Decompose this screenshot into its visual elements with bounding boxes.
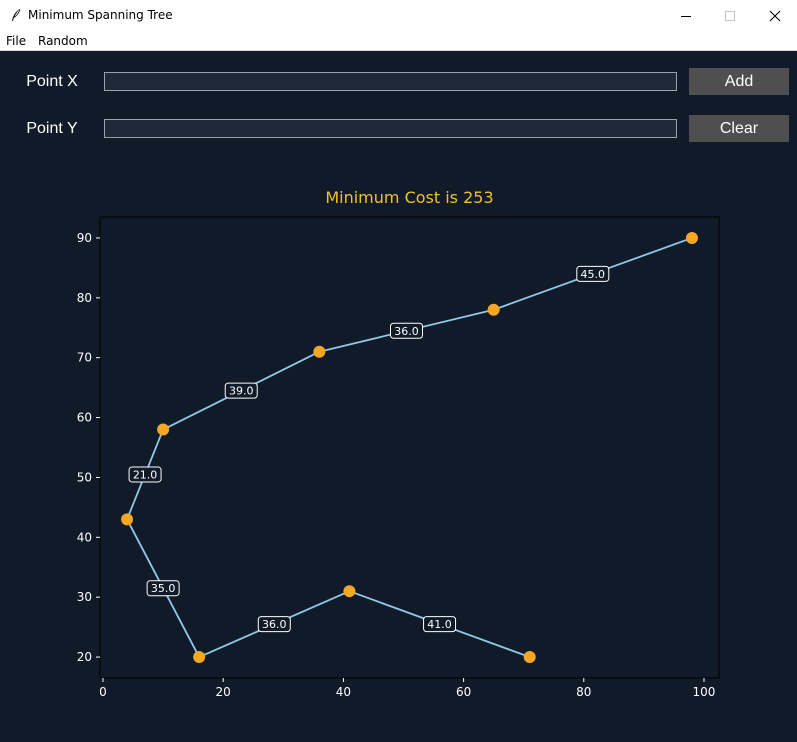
mst-chart: Minimum Cost is 253 0 20 40 60 80 100 20 30 40 50 6… [77,188,720,699]
edge-weight-label: 36.0 [394,325,419,338]
data-point [523,651,536,664]
y-tick-label: 50 [77,470,92,484]
x-tick-label: 100 [693,685,716,699]
x-tick-label: 40 [336,685,351,699]
y-tick-label: 20 [77,650,92,664]
x-tick-label: 60 [456,685,471,699]
menu-file[interactable]: File [6,34,26,48]
data-point [487,303,500,316]
menu-divider [0,50,797,51]
minimize-button[interactable] [663,0,709,31]
maximize-icon [725,10,735,21]
edge-weight-label: 36.0 [262,618,287,631]
edge-weight-label: 45.0 [581,268,606,281]
menu-random[interactable]: Random [38,34,88,48]
edge-weight-label: 21.0 [133,468,158,481]
window-title: Minimum Spanning Tree [28,8,173,22]
y-tick-label: 60 [77,411,92,425]
edge-weight-label: 39.0 [229,385,254,398]
close-icon [769,10,781,21]
point-x-label: Point X [26,73,78,90]
edge-weight-label: 41.0 [427,618,452,631]
title-bar: Minimum Spanning Tree [0,0,797,31]
data-point [685,231,698,244]
menu-bar: File Random [0,31,797,50]
x-tick-label: 80 [576,685,591,699]
chart-title: Minimum Cost is 253 [325,188,493,207]
feather-icon [12,8,21,21]
data-point [193,651,206,664]
close-button[interactable] [752,0,797,31]
x-tick-label: 20 [216,685,231,699]
edge-weight-label: 35.0 [151,582,176,595]
x-tick-label: 0 [99,685,107,699]
y-tick-label: 70 [77,351,92,365]
y-tick-label: 90 [77,231,92,245]
minimize-icon [681,15,691,17]
point-y-label: Point Y [26,120,78,137]
y-tick-label: 40 [77,530,92,544]
data-point [157,423,170,436]
point-y-input[interactable] [104,119,677,138]
point-x-input[interactable] [104,72,677,91]
data-point [121,513,134,526]
data-point [343,585,356,598]
clear-button[interactable]: Clear [689,115,789,142]
y-tick-label: 80 [77,291,92,305]
data-point [313,345,326,358]
y-tick-label: 30 [77,590,92,604]
maximize-button[interactable] [707,0,753,31]
add-button[interactable]: Add [689,68,789,95]
plot-frame [99,216,720,679]
